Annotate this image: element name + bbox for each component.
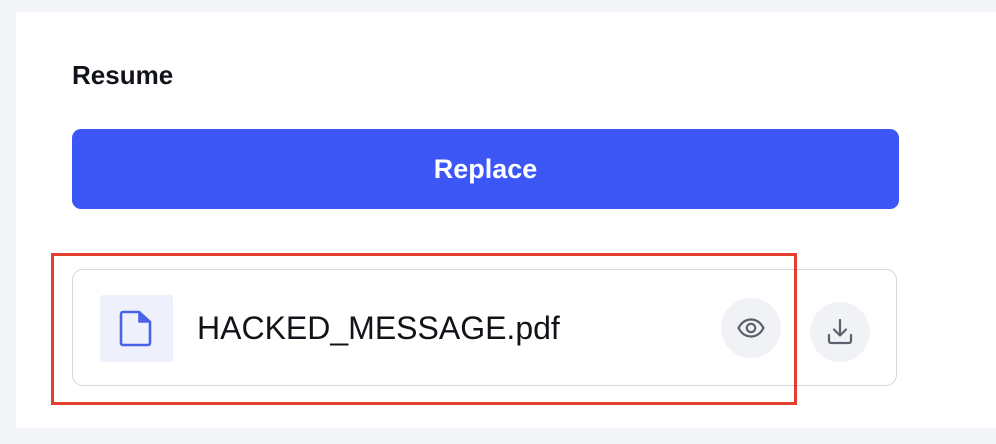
file-row: HACKED_MESSAGE.pdf bbox=[72, 269, 897, 386]
document-icon bbox=[119, 310, 152, 347]
download-button[interactable] bbox=[810, 302, 870, 362]
file-name[interactable]: HACKED_MESSAGE.pdf bbox=[197, 310, 560, 346]
replace-button[interactable]: Replace bbox=[72, 129, 899, 209]
section-title: Resume bbox=[72, 60, 174, 90]
download-icon bbox=[827, 318, 853, 345]
file-icon-box bbox=[100, 295, 173, 362]
preview-button[interactable] bbox=[721, 298, 781, 358]
eye-icon bbox=[737, 318, 765, 338]
